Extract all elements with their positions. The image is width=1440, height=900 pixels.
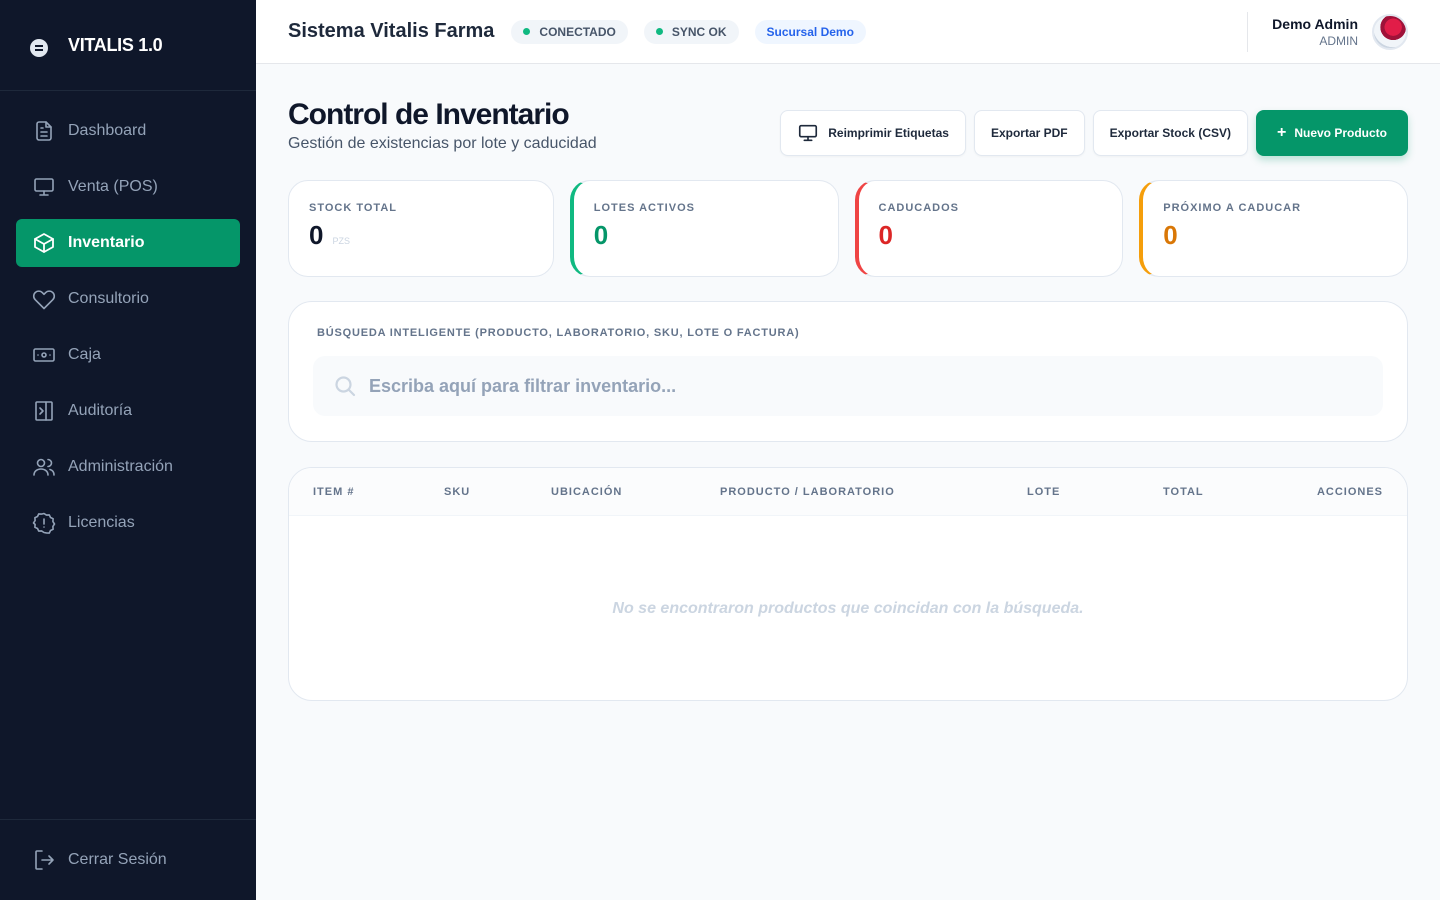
sidebar-nav: Dashboard Venta (POS) Inventario Consult… <box>0 91 256 571</box>
logout-button[interactable]: Cerrar Sesión <box>16 836 240 884</box>
sidebar-item-label: Administración <box>68 458 173 475</box>
header-divider <box>1247 12 1249 52</box>
sidebar-item-label: Auditoría <box>68 402 133 419</box>
sidebar-item-licencias[interactable]: Licencias <box>16 499 240 547</box>
monitor-icon <box>34 178 54 196</box>
inventory-table: ITEM # SKU UBICACIÓN PRODUCTO / LABORATO… <box>288 467 1408 701</box>
box-icon <box>34 233 54 253</box>
stat-value: 0 <box>1163 220 1178 250</box>
logo-icon <box>30 39 48 57</box>
reprint-labels-label: Reimprimir Etiquetas <box>828 126 949 140</box>
sidebar: VITALIS 1.0 Dashboard Venta (POS) Invent… <box>0 0 256 900</box>
app-title: Sistema Vitalis Farma <box>288 20 495 42</box>
status-dot-icon <box>523 28 531 35</box>
new-product-label: Nuevo Producto <box>1294 126 1387 140</box>
sidebar-item-label: Caja <box>68 346 101 363</box>
stat-card-expiring: PRÓXIMO A CADUCAR 0 <box>1139 180 1408 277</box>
sidebar-item-label: Venta (POS) <box>68 178 158 195</box>
export-pdf-button[interactable]: Exportar PDF <box>973 110 1085 156</box>
table-header: ITEM # SKU UBICACIÓN PRODUCTO / LABORATO… <box>289 468 1407 516</box>
column-header-total[interactable]: TOTAL <box>1163 486 1204 498</box>
column-header-item[interactable]: ITEM # <box>313 486 354 498</box>
heart-icon <box>32 290 56 310</box>
action-toolbar: Reimprimir Etiquetas Exportar PDF Export… <box>772 110 1408 156</box>
column-header-lote[interactable]: LOTE <box>1027 486 1060 498</box>
alert-icon <box>32 512 56 534</box>
export-csv-button[interactable]: Exportar Stock (CSV) <box>1092 110 1248 156</box>
user-name: Demo Admin <box>1272 16 1358 32</box>
sidebar-item-label: Licencias <box>68 514 135 531</box>
status-sync-label: SYNC OK <box>671 24 727 39</box>
user-menu[interactable]: Demo Admin ADMIN <box>1247 0 1408 64</box>
stat-label: PRÓXIMO A CADUCAR <box>1163 202 1302 214</box>
new-product-button[interactable]: + Nuevo Producto <box>1255 110 1408 156</box>
branch-badge: Sucursal Demo <box>754 19 866 44</box>
panel-icon <box>35 401 53 421</box>
logout-icon <box>35 850 54 870</box>
status-badge-sync: SYNC OK <box>643 19 739 44</box>
search-icon <box>335 376 356 397</box>
sidebar-item-inventario[interactable]: Inventario <box>16 219 240 267</box>
sidebar-item-consultorio[interactable]: Consultorio <box>16 275 240 323</box>
status-badge-connected: CONECTADO <box>511 19 628 44</box>
plus-icon: + <box>1276 124 1287 141</box>
search-label: BÚSQUEDA INTELIGENTE (PRODUCTO, LABORATO… <box>317 327 800 339</box>
brand: VITALIS 1.0 <box>0 0 256 91</box>
stat-value: 0 <box>593 220 609 250</box>
main-content: Control de Inventario Gestión de existen… <box>288 64 1408 701</box>
column-header-ubicacion[interactable]: UBICACIÓN <box>551 486 622 498</box>
sidebar-item-label: Dashboard <box>68 122 147 139</box>
sidebar-footer: Cerrar Sesión <box>0 819 256 900</box>
column-header-sku[interactable]: SKU <box>444 486 470 498</box>
column-header-acciones: ACCIONES <box>1316 485 1383 498</box>
stat-unit: PZS <box>332 236 350 246</box>
stat-label: STOCK TOTAL <box>309 202 397 214</box>
search-card: BÚSQUEDA INTELIGENTE (PRODUCTO, LABORATO… <box>288 301 1408 442</box>
cash-icon <box>33 348 55 362</box>
page-header: Control de Inventario Gestión de existen… <box>288 64 1408 180</box>
empty-state-message: No se encontraron productos que coincida… <box>612 599 1084 617</box>
search-input[interactable] <box>369 375 1269 397</box>
sidebar-item-auditoria[interactable]: Auditoría <box>16 387 240 435</box>
logout-label: Cerrar Sesión <box>68 851 167 868</box>
stats-row: STOCK TOTAL 0 PZS LOTES ACTIVOS 0 CADUCA… <box>288 180 1408 277</box>
page-subtitle: Gestión de existencias por lote y caduci… <box>288 135 597 152</box>
user-role: ADMIN <box>1319 34 1358 48</box>
stat-label: CADUCADOS <box>878 202 959 214</box>
sidebar-item-label: Consultorio <box>68 290 149 307</box>
reprint-labels-button[interactable]: Reimprimir Etiquetas <box>780 110 966 156</box>
brand-name: VITALIS 1.0 <box>68 34 163 55</box>
sidebar-item-dashboard[interactable]: Dashboard <box>16 107 240 155</box>
monitor-icon <box>799 124 818 142</box>
status-dot-icon <box>655 28 663 35</box>
stat-card-active-lots: LOTES ACTIVOS 0 <box>569 180 839 277</box>
sidebar-item-administracion[interactable]: Administración <box>16 443 240 491</box>
column-header-producto[interactable]: PRODUCTO / LABORATORIO <box>720 486 895 498</box>
page-title: Control de Inventario <box>288 98 570 131</box>
stat-number: 0 <box>309 220 324 250</box>
sidebar-item-label: Inventario <box>68 234 145 251</box>
stat-value: 0 PZS <box>309 220 533 251</box>
search-box[interactable] <box>313 356 1383 416</box>
stat-value: 0 <box>878 220 893 250</box>
sidebar-item-caja[interactable]: Caja <box>16 331 240 379</box>
top-header: Sistema Vitalis Farma CONECTADO SYNC OK … <box>256 0 1440 64</box>
stat-card-expired: CADUCADOS 0 <box>854 180 1124 277</box>
user-info: Demo Admin ADMIN <box>1272 16 1358 48</box>
avatar[interactable] <box>1372 14 1408 50</box>
document-icon <box>36 121 52 141</box>
users-icon <box>33 458 55 476</box>
status-connected-label: CONECTADO <box>539 24 616 39</box>
sidebar-item-pos[interactable]: Venta (POS) <box>16 163 240 211</box>
stat-label: LOTES ACTIVOS <box>593 202 695 214</box>
stat-card-stock-total: STOCK TOTAL 0 PZS <box>288 180 554 277</box>
